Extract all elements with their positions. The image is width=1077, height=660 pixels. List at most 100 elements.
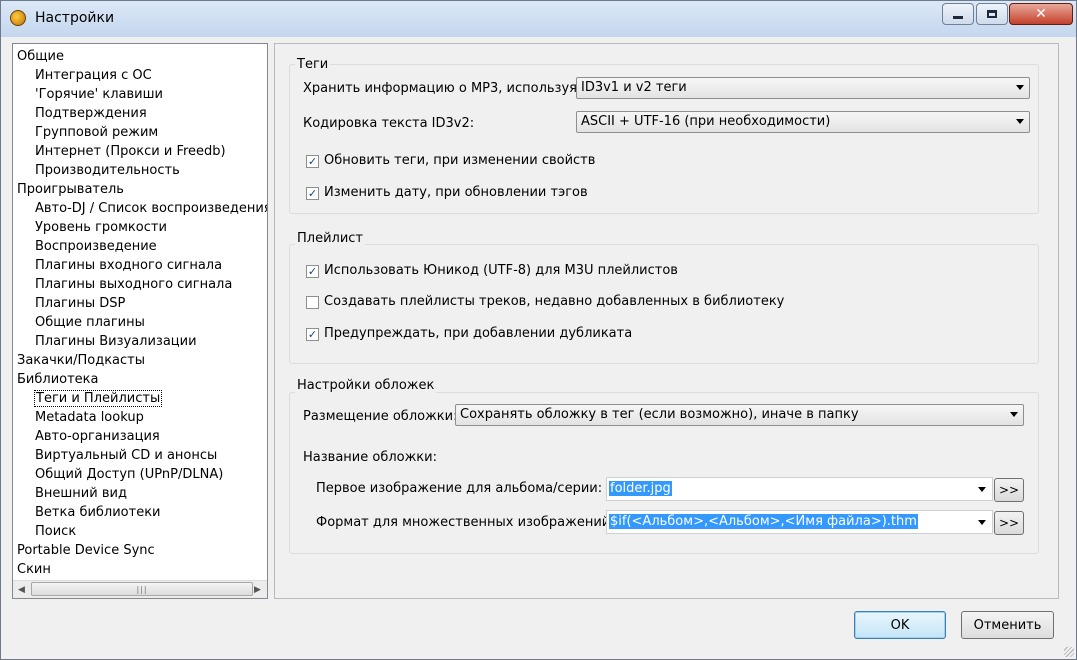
update-tags-label[interactable]: Обновить теги, при изменении свойств [324,153,595,168]
warn-duplicate-label[interactable]: Предупреждать, при добавлении дубликата [324,326,632,341]
tree-item[interactable]: Общие плагины [35,314,145,332]
tree-item-label: Общий Доступ (UPnP/DLNA) [35,467,224,482]
tree-item[interactable]: Воспроизведение [35,238,157,256]
tree-item-label: 'Горячие' клавиши [35,87,163,102]
encoding-label: Кодировка текста ID3v2: [303,116,475,131]
cancel-button[interactable]: Отменить [961,611,1054,639]
window-title: Настройки [35,10,115,26]
tree-item-label: Авто-организация [35,429,160,444]
covers-group-title: Настройки обложек [295,378,437,393]
tree-item-label: Теги и Плейлисты [33,390,163,407]
tree-item-label: Плагины Визуализации [35,334,197,349]
tree-item[interactable]: Виртуальный CD и анонсы [35,447,217,465]
tree-item-label: Воспроизведение [35,239,157,254]
store-mp3-label: Хранить информацию о MP3, используя: [303,81,582,96]
playlist-group-title: Плейлист [295,231,366,246]
tree-item[interactable]: Групповой режим [35,124,158,142]
tree-item[interactable]: Проигрыватель [17,181,124,199]
tree-item[interactable]: Общие [17,48,64,66]
multi-format-field[interactable]: $if(<Альбом>,<Альбом>,<Имя файла>).thm [606,510,993,534]
cover-placement-value: Сохранять обложку в тег (если возможно),… [460,407,859,422]
tree-item-label: Закачки/Подкасты [17,353,146,368]
tree-item[interactable]: Плагины Визуализации [35,333,197,351]
tree-item-label: Проигрыватель [17,182,124,197]
tree-item[interactable]: 'Горячие' клавиши [35,86,163,104]
update-tags-checkbox[interactable]: ✓ [306,155,319,168]
tree-item[interactable]: Теги и Плейлисты [33,390,163,408]
first-image-field[interactable]: folder.jpg [606,477,993,501]
tree-item[interactable]: Внешний вид [35,485,127,503]
settings-tree[interactable]: ◀ ||| ▶ Общие Интеграция с ОС 'Горячие' кл… [12,43,268,599]
tree-item[interactable]: Интернет (Прокси и Freedb) [35,143,226,161]
tree-item[interactable]: Библиотека [17,371,99,389]
tree-item[interactable]: Плагины выходного сигнала [35,276,232,294]
create-recent-label[interactable]: Создавать плейлисты треков, недавно доба… [324,294,784,309]
tree-item-label: Уровень громкости [35,220,167,235]
chevron-down-icon[interactable] [978,520,986,525]
unicode-label[interactable]: Использовать Юникод (UTF-8) для M3U плей… [324,263,678,278]
tree-item-label: Плагины входного сигнала [35,258,223,273]
tree-item[interactable]: Плагины входного сигнала [35,257,222,275]
tree-item[interactable]: Metadata lookup [35,409,144,427]
unicode-checkbox[interactable]: ✓ [306,265,319,278]
tree-item-label: Интернет (Прокси и Freedb) [35,144,226,159]
tree-item[interactable]: Поиск [35,523,76,541]
tree-item[interactable]: Уровень громкости [35,219,167,237]
minimize-icon [953,15,963,19]
chevron-down-icon [1016,119,1024,124]
close-icon: ✕ [1035,6,1047,22]
multi-format-label: Формат для множественных изображений: [316,515,615,530]
horizontal-scrollbar[interactable]: ◀ ||| ▶ [13,580,267,598]
store-mp3-select[interactable]: ID3v1 и v2 теги [576,77,1030,99]
tree-item-label: Внешний вид [35,486,127,501]
cover-placement-label: Размещение обложки: [303,409,458,424]
tree-item-label: Производительность [35,163,180,178]
settings-panel: Теги Хранить информацию о MP3, используя… [274,43,1059,599]
minimize-button[interactable] [942,3,974,25]
tree-item-label: Metadata lookup [35,410,144,425]
chevron-down-icon [1010,412,1018,417]
tree-item[interactable]: Подтверждения [35,105,147,123]
tree-item-label: Авто-DJ / Список воспроизведения [35,201,268,216]
create-recent-checkbox[interactable] [306,296,319,309]
change-date-label[interactable]: Изменить дату, при обновлении тэгов [324,185,588,200]
tree-item[interactable]: Интеграция с ОС [35,67,152,85]
multi-format-more-button[interactable]: >> [994,511,1024,535]
maximize-icon [987,10,997,18]
cover-placement-select[interactable]: Сохранять обложку в тег (если возможно),… [455,404,1024,426]
scroll-left-icon[interactable]: ◀ [14,582,29,597]
change-date-checkbox[interactable]: ✓ [306,187,319,200]
app-icon [10,10,26,26]
tree-item[interactable]: Ветка библиотеки [35,504,161,522]
encoding-select[interactable]: ASCII + UTF-16 (при необходимости) [576,111,1030,133]
title-bar[interactable]: Настройки ✕ [1,1,1076,37]
warn-duplicate-checkbox[interactable]: ✓ [306,328,319,341]
tree-item[interactable]: Авто-организация [35,428,160,446]
tree-item-label: Ветка библиотеки [35,505,161,520]
tree-item-label: Скин [17,562,51,577]
tags-group-title: Теги [295,57,331,72]
tree-item[interactable]: Общий Доступ (UPnP/DLNA) [35,466,223,484]
tree-item[interactable]: Производительность [35,162,180,180]
chevron-down-icon[interactable] [978,487,986,492]
close-button[interactable]: ✕ [1009,3,1073,25]
maximize-button[interactable] [976,3,1008,25]
tree-item[interactable]: Плагины DSP [35,295,125,313]
scroll-right-icon[interactable]: ▶ [250,582,265,597]
resize-grip[interactable] [1064,647,1074,657]
tree-item[interactable]: Авто-DJ / Список воспроизведения [35,200,268,218]
tree-item-label: Библиотека [17,372,99,387]
multi-format-value: $if(<Альбом>,<Альбом>,<Имя файла>).thm [609,514,918,529]
settings-window: Настройки ✕ ◀ ||| ▶ Общие Интеграция с ОС… [0,0,1077,660]
store-mp3-value: ID3v1 и v2 теги [581,80,687,95]
tree-item[interactable]: Portable Device Sync [17,542,155,560]
first-image-label: Первое изображение для альбома/серии: [316,481,603,496]
scrollbar-thumb[interactable]: ||| [31,582,253,596]
tree-item-label: Поиск [35,524,77,539]
tree-item[interactable]: Скин [17,561,51,579]
ok-button[interactable]: OK [854,611,946,639]
tree-item[interactable]: Закачки/Подкасты [17,352,145,370]
first-image-more-button[interactable]: >> [994,478,1024,502]
tree-item-label: Подтверждения [35,106,147,121]
cover-name-label: Название обложки: [303,450,437,465]
